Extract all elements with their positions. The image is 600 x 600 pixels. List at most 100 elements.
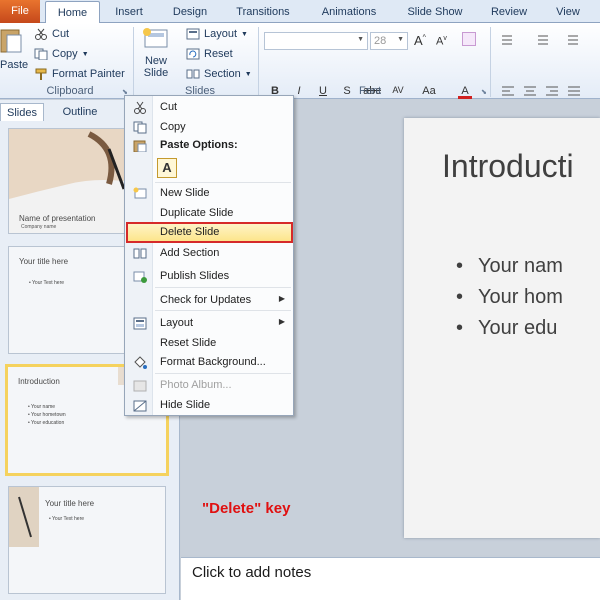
menu-separator <box>155 373 291 374</box>
menu-item-copy[interactable]: Copy <box>126 118 293 137</box>
menu-item-hide-slide[interactable]: Hide Slide <box>126 396 293 415</box>
format-painter-button[interactable]: Format Painter <box>34 68 125 80</box>
thumbnail-title: Your title here <box>45 499 95 508</box>
context-menu: Cut Copy Paste Options: A New Slide Dupl… <box>124 95 294 416</box>
shrink-font-icon[interactable]: Av <box>436 35 447 48</box>
change-case-button[interactable]: Aa <box>420 85 438 99</box>
tab-view[interactable]: View <box>548 0 588 23</box>
copy-button[interactable]: Copy ▼ <box>34 48 89 60</box>
menu-item-new-slide[interactable]: New Slide <box>126 184 293 203</box>
menu-item-publish-slides[interactable]: Publish Slides <box>126 267 293 286</box>
menu-item-cut[interactable]: Cut <box>126 98 293 117</box>
delete-key-annotation: "Delete" key <box>202 500 291 517</box>
tab-outline[interactable]: Outline <box>52 103 108 121</box>
clear-formatting-icon[interactable] <box>462 32 476 46</box>
thumbnail-bullet: • Your hometown <box>28 412 66 418</box>
menu-item-label: Paste Options: <box>160 139 238 151</box>
menu-item-delete-slide[interactable]: Delete Slide <box>126 222 293 243</box>
underline-button[interactable]: U <box>316 85 330 99</box>
font-group-label: Font <box>358 85 381 97</box>
copy-label: Copy <box>52 48 78 60</box>
menu-separator <box>155 310 291 311</box>
thumbnail-bullets: • Your name • Your hometown • Your educa… <box>28 403 66 427</box>
layout-icon <box>186 28 200 40</box>
tab-home[interactable]: Home <box>45 1 100 25</box>
submenu-arrow-icon: ▶ <box>278 317 285 326</box>
font-name-combo[interactable]: ▼ <box>264 32 368 50</box>
cut-button[interactable]: Cut <box>34 28 69 40</box>
menu-item-label: Copy <box>160 121 186 133</box>
paste-button[interactable]: Paste <box>0 27 28 71</box>
format-painter-icon <box>35 68 47 80</box>
menu-item-add-section[interactable]: Add Section <box>126 244 293 263</box>
menu-item-label: Add Section <box>160 247 220 259</box>
menu-item-format-background[interactable]: Format Background... <box>126 353 293 372</box>
tab-transitions[interactable]: Transitions <box>226 0 300 23</box>
slide-thumbnail-4[interactable]: Your title here • Your Text here <box>8 486 166 594</box>
copy-icon <box>133 121 147 134</box>
new-slide-icon <box>143 28 168 48</box>
tab-review[interactable]: Review <box>482 0 536 23</box>
paste-keep-text-button[interactable]: A <box>157 158 177 178</box>
layout-button[interactable]: Layout ▼ <box>186 28 248 40</box>
notes-placeholder: Click to add notes <box>192 564 312 581</box>
new-slide-button[interactable]: New Slide <box>142 27 170 79</box>
section-label: Section <box>204 68 241 80</box>
clipboard-icon <box>133 140 147 152</box>
slide-bullet[interactable]: Your hom <box>456 286 563 309</box>
chevron-down-icon: ▼ <box>241 30 248 38</box>
clipboard-group-label: Clipboard <box>46 85 94 97</box>
thumbnail-subtitle: Company name <box>21 224 57 230</box>
current-slide[interactable]: Introducti Your nam Your hom Your edu <box>404 118 600 538</box>
copy-icon <box>34 48 48 60</box>
tab-insert[interactable]: Insert <box>106 0 152 23</box>
section-button[interactable]: Section ▼ <box>186 68 252 80</box>
group-separator <box>133 27 134 97</box>
new-slide-icon <box>133 187 147 199</box>
tab-slides[interactable]: Slides <box>0 103 44 121</box>
tab-design[interactable]: Design <box>164 0 216 23</box>
slide-bullet[interactable]: Your nam <box>456 255 563 278</box>
tab-animations[interactable]: Animations <box>312 0 386 23</box>
menu-item-label: Publish Slides <box>160 270 230 282</box>
section-icon <box>133 248 147 259</box>
layout-icon <box>133 317 147 330</box>
thumbnail-bullet: • Your name <box>28 404 56 410</box>
new-slide-label: New Slide <box>143 55 169 79</box>
section-icon <box>186 69 200 79</box>
thumbnail-bullets: • Your Text here <box>29 280 65 286</box>
menu-item-label: Delete Slide <box>160 226 220 238</box>
paragraph-list-icons[interactable] <box>498 33 598 47</box>
photo-album-icon <box>133 380 147 392</box>
notes-pane[interactable]: Click to add notes <box>181 557 600 600</box>
chevron-down-icon: ▼ <box>244 70 252 78</box>
thumbnail-title: Your title here <box>19 257 69 266</box>
ribbon: Paste Cut Copy ▼ Format Painter Clipboar… <box>0 23 600 99</box>
italic-button[interactable]: I <box>292 85 306 99</box>
thumbnail-title: Introduction <box>18 377 60 386</box>
menu-item-check-for-updates[interactable]: Check for Updates ▶ <box>126 291 293 310</box>
slide-title[interactable]: Introducti <box>442 148 574 185</box>
font-size-value: 28 <box>374 35 387 47</box>
font-size-combo[interactable]: 28 ▼ <box>370 32 408 50</box>
menu-item-duplicate-slide[interactable]: Duplicate Slide <box>126 204 293 223</box>
paste-label: Paste <box>0 59 29 71</box>
menu-item-label: Layout <box>160 317 194 329</box>
dialog-launcher-icon[interactable]: ⬊ <box>481 88 487 96</box>
scissors-icon <box>35 28 47 40</box>
paragraph-align-icons[interactable] <box>498 85 598 97</box>
thumbnail-title: Name of presentation <box>19 214 96 223</box>
reset-button[interactable]: Reset <box>186 48 233 60</box>
menu-item-label: Hide Slide <box>160 399 211 411</box>
menu-item-layout[interactable]: Layout ▶ <box>126 314 293 333</box>
publish-icon <box>133 271 147 283</box>
slide-bullet[interactable]: Your edu <box>456 317 557 340</box>
tab-slide-show[interactable]: Slide Show <box>398 0 472 23</box>
group-separator <box>258 27 259 97</box>
menu-item-reset-slide[interactable]: Reset Slide <box>126 334 293 353</box>
tab-file[interactable]: File <box>0 0 40 23</box>
menu-item-label: Reset Slide <box>160 337 217 349</box>
grow-font-icon[interactable]: A^ <box>414 33 426 48</box>
font-color-button[interactable]: A <box>458 85 472 99</box>
menu-separator <box>155 182 291 183</box>
